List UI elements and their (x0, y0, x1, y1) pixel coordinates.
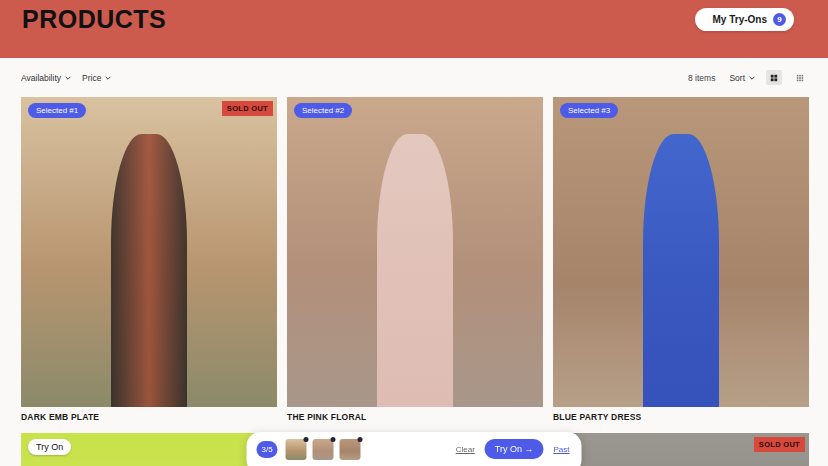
filter-label: Price (82, 73, 101, 83)
selection-count: 3/5 (257, 441, 278, 458)
sold-out-badge: SOLD OUT (222, 101, 273, 116)
remove-dot-icon[interactable] (304, 437, 309, 442)
my-tryons-label: My Try-Ons (713, 14, 767, 25)
product-photo: Try On (21, 433, 277, 466)
grid-icon (770, 74, 778, 82)
page-title: PRODUCTS (22, 5, 166, 34)
model-figure (643, 134, 720, 407)
product-name: DARK EMB PLATE (21, 412, 277, 423)
product-name: THE PINK FLORAL (287, 412, 543, 423)
remove-dot-icon[interactable] (358, 437, 363, 442)
product-photo: SOLD OUT (553, 433, 809, 466)
sort-label: Sort (729, 73, 745, 83)
remove-dot-icon[interactable] (331, 437, 336, 442)
tryons-count-badge: 9 (773, 13, 786, 26)
filter-bar: Availability Price 8 items Sort (0, 58, 828, 97)
product-photo: Selected #3 (553, 97, 809, 407)
product-card[interactable]: SOLD OUT (553, 433, 809, 466)
sort-dropdown[interactable]: Sort (729, 73, 756, 83)
product-card[interactable]: Selected #2 THE PINK FLORAL (287, 97, 543, 423)
model-figure (111, 134, 188, 407)
view-toggle[interactable] (792, 70, 808, 85)
my-tryons-button[interactable]: My Try-Ons 9 (695, 8, 794, 31)
selected-thumbnail[interactable] (340, 439, 361, 460)
item-count: 8 items (688, 73, 715, 83)
selected-thumbnail[interactable] (286, 439, 307, 460)
filter-dropdown[interactable]: Price (82, 73, 112, 83)
past-button[interactable]: Past (553, 445, 569, 454)
selection-badge[interactable]: Try On (28, 439, 71, 455)
view-toggle[interactable] (766, 70, 782, 85)
try-on-tray: 3/5 Clear Try On → Past (247, 432, 582, 466)
try-on-button[interactable]: Try On → (485, 439, 544, 459)
tray-selection: 3/5 (257, 438, 361, 460)
filter-label: Availability (21, 73, 61, 83)
chevron-down-icon (748, 74, 756, 82)
product-card[interactable]: Try On (21, 433, 277, 466)
product-name: BLUE PARTY DRESS (553, 412, 809, 423)
sold-out-badge: SOLD OUT (754, 437, 805, 452)
tray-actions: Clear Try On → Past (456, 438, 570, 460)
clear-button[interactable]: Clear (456, 445, 475, 454)
product-photo: Selected #1 SOLD OUT (21, 97, 277, 407)
dense-grid-icon (796, 74, 804, 82)
products-page: PRODUCTS My Try-Ons 9 Availability Price 8 it… (0, 0, 828, 466)
selection-badge[interactable]: Selected #2 (294, 103, 352, 118)
product-card[interactable]: Selected #1 SOLD OUT DARK EMB PLATE (21, 97, 277, 423)
view-tools: 8 items Sort (688, 70, 808, 85)
selected-thumbnail[interactable] (313, 439, 334, 460)
chevron-down-icon (104, 74, 112, 82)
filters: Availability Price (21, 73, 112, 83)
header: PRODUCTS My Try-Ons 9 (0, 0, 828, 58)
selection-badge[interactable]: Selected #3 (560, 103, 618, 118)
chevron-down-icon (64, 74, 72, 82)
product-grid: Selected #1SOLD OUTDARK EMB PLATESelecte… (0, 97, 828, 466)
product-photo: Selected #2 (287, 97, 543, 407)
product-card[interactable]: Selected #3 BLUE PARTY DRESS (553, 97, 809, 423)
selection-badge[interactable]: Selected #1 (28, 103, 86, 118)
filter-dropdown[interactable]: Availability (21, 73, 72, 83)
model-figure (377, 134, 454, 407)
